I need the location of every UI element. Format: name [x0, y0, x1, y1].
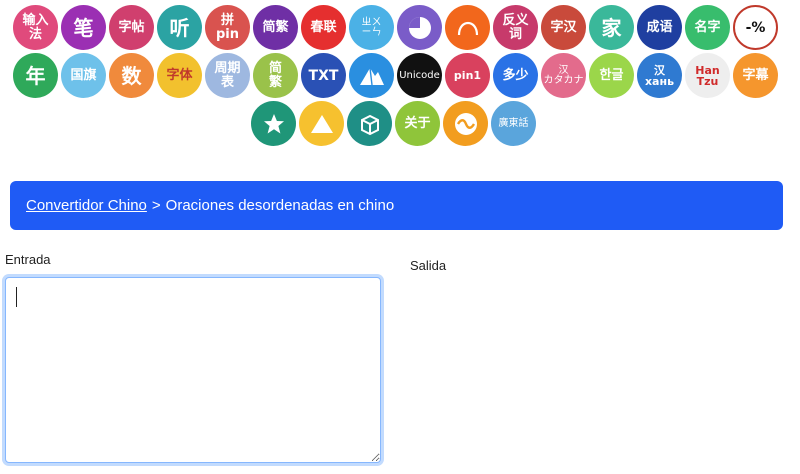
zhuyin-tool-label: ㄧㄣ	[361, 26, 382, 38]
input-method-tool-label: 输入	[22, 12, 49, 28]
cyrillic-tool-button[interactable]: 汉 хань	[637, 53, 682, 98]
traditional-tool-label: 简	[268, 60, 282, 76]
unicode-tool-button[interactable]: Unicode	[397, 53, 442, 98]
wave-tool-button[interactable]	[443, 101, 488, 146]
zhuyin-tool-label: ㄓㄨ	[361, 16, 382, 28]
year-tool-button[interactable]: 年	[13, 53, 58, 98]
txt-tool-button[interactable]: TXT	[301, 53, 346, 98]
subtitles-tool-button[interactable]: 字幕	[733, 53, 778, 98]
antonym-tool-label: 反义	[502, 12, 529, 28]
antonym-tool-label: 词	[508, 26, 522, 42]
reverse-text-tool-button[interactable]: 字汉	[541, 5, 586, 50]
weekly-calendar-tool-label: 表	[220, 74, 234, 90]
txt-tool-label: TXT	[308, 67, 339, 84]
subtitles-tool-label: 字幕	[742, 67, 769, 83]
stroke-tool-label: 笔	[73, 15, 94, 40]
tool-icons-row-2: 年国旗数字体 周期表简繁 TXT Unicode pin1 多少汉カタカナ 한글 汉 хань H…	[0, 53, 800, 99]
family-tool-button[interactable]: 家	[589, 5, 634, 50]
hantzu-tool-label: Han	[695, 63, 720, 77]
about-tool-button[interactable]: 关于	[395, 101, 440, 146]
cantonese-tool-button[interactable]: 廣東話	[491, 101, 536, 146]
hangul-tool-label: 한글	[599, 67, 624, 83]
flags-tool-button[interactable]: 国旗	[61, 53, 106, 98]
unicode-tool-label: Unicode	[399, 69, 440, 81]
text-caret	[16, 287, 17, 307]
listen-tool-label: 听	[169, 15, 190, 40]
traditional-tool-label: 繁	[268, 74, 282, 90]
weekly-calendar-tool-button[interactable]: 周期表	[205, 53, 250, 98]
numbers-tool-button[interactable]: 数	[109, 53, 154, 98]
tool-icons-row-1: 输入法笔字帖听拼 pin 简繁 春联 ㄓㄨ ㄧㄣ 反义词字汉家成语 名字 -%	[0, 5, 800, 51]
spring-couplets-tool-label: 春联	[310, 19, 337, 35]
font-tool-label: 字体	[166, 67, 193, 83]
cube-tool-button[interactable]	[347, 101, 392, 146]
hangul-tool-button[interactable]: 한글	[589, 53, 634, 98]
mountain-icon	[358, 64, 386, 88]
duoshao-tool-label: 多少	[502, 67, 529, 83]
copybook-tool-label: 字帖	[118, 19, 145, 35]
copybook-tool-button[interactable]: 字帖	[109, 5, 154, 50]
breadcrumb-separator: >	[151, 197, 161, 214]
traditional-tool-button[interactable]: 简繁	[253, 53, 298, 98]
flags-tool-label: 国旗	[70, 67, 97, 83]
weekly-calendar-tool-label: 周期	[214, 60, 241, 76]
input-label: Entrada	[5, 252, 51, 267]
zhuyin-tool-button[interactable]: ㄓㄨ ㄧㄣ	[349, 5, 394, 50]
percent-tool-button[interactable]: -%	[733, 5, 778, 50]
triangle-tool-button[interactable]	[299, 101, 344, 146]
katakana-tool-label: カタカナ	[543, 74, 584, 86]
year-tool-label: 年	[25, 63, 46, 88]
pinyin-tool-button[interactable]: 拼 pin	[205, 5, 250, 50]
idiom-tool-button[interactable]: 成语	[637, 5, 682, 50]
numbers-tool-label: 数	[121, 63, 142, 88]
cyrillic-tool-label: хань	[644, 74, 675, 88]
input-textarea[interactable]	[5, 277, 381, 463]
cantonese-tool-label: 廣東話	[498, 117, 529, 129]
family-tool-label: 家	[601, 15, 622, 40]
breadcrumb: Convertidor Chino > Oraciones desordenad…	[10, 181, 783, 230]
reverse-text-tool-label: 字汉	[550, 19, 577, 35]
font-tool-button[interactable]: 字体	[157, 53, 202, 98]
katakana-tool-button[interactable]: 汉カタカナ	[541, 53, 586, 98]
triangle-icon	[309, 112, 335, 136]
favorites-tool-button[interactable]	[251, 101, 296, 146]
star-icon	[262, 112, 286, 136]
hantzu-tool-button[interactable]: Han Tzu	[685, 53, 730, 98]
input-method-tool-button[interactable]: 输入法	[13, 5, 58, 50]
antonym-tool-button[interactable]: 反义词	[493, 5, 538, 50]
percent-tool-label: -%	[745, 19, 766, 36]
arc-tool-button[interactable]	[445, 5, 490, 50]
stroke-tool-button[interactable]: 笔	[61, 5, 106, 50]
pie-icon	[407, 15, 433, 41]
output-area	[410, 280, 780, 460]
arc-icon	[455, 15, 481, 41]
katakana-tool-label: 汉	[558, 64, 569, 76]
idiom-tool-label: 成语	[646, 19, 673, 35]
simplified-traditional-tool-button[interactable]: 简繁	[253, 5, 298, 50]
simplified-traditional-tool-label: 简繁	[262, 19, 289, 35]
duoshao-tool-button[interactable]: 多少	[493, 53, 538, 98]
hantzu-tool-label: Tzu	[696, 74, 719, 88]
names-tool-label: 名字	[694, 19, 721, 35]
spring-couplets-tool-button[interactable]: 春联	[301, 5, 346, 50]
pin1-tool-label: pin1	[453, 69, 482, 82]
cyrillic-tool-label: 汉	[654, 63, 665, 77]
cube-icon	[357, 111, 383, 137]
pinyin-tool-label: 拼	[220, 12, 234, 28]
about-tool-label: 关于	[404, 115, 431, 131]
listen-tool-button[interactable]: 听	[157, 5, 202, 50]
breadcrumb-home-link[interactable]: Convertidor Chino	[26, 197, 147, 214]
tool-icons-row-3: 关于 廣東話	[0, 101, 800, 147]
breadcrumb-current: Oraciones desordenadas en chino	[165, 197, 395, 214]
pin1-tool-button[interactable]: pin1	[445, 53, 490, 98]
output-label: Salida	[410, 258, 447, 273]
mountain-tool-button[interactable]	[349, 53, 394, 98]
input-method-tool-label: 法	[28, 26, 42, 42]
pie-tool-button[interactable]	[397, 5, 442, 50]
names-tool-button[interactable]: 名字	[685, 5, 730, 50]
pinyin-tool-label: pin	[215, 26, 240, 42]
wave-icon	[453, 111, 479, 137]
